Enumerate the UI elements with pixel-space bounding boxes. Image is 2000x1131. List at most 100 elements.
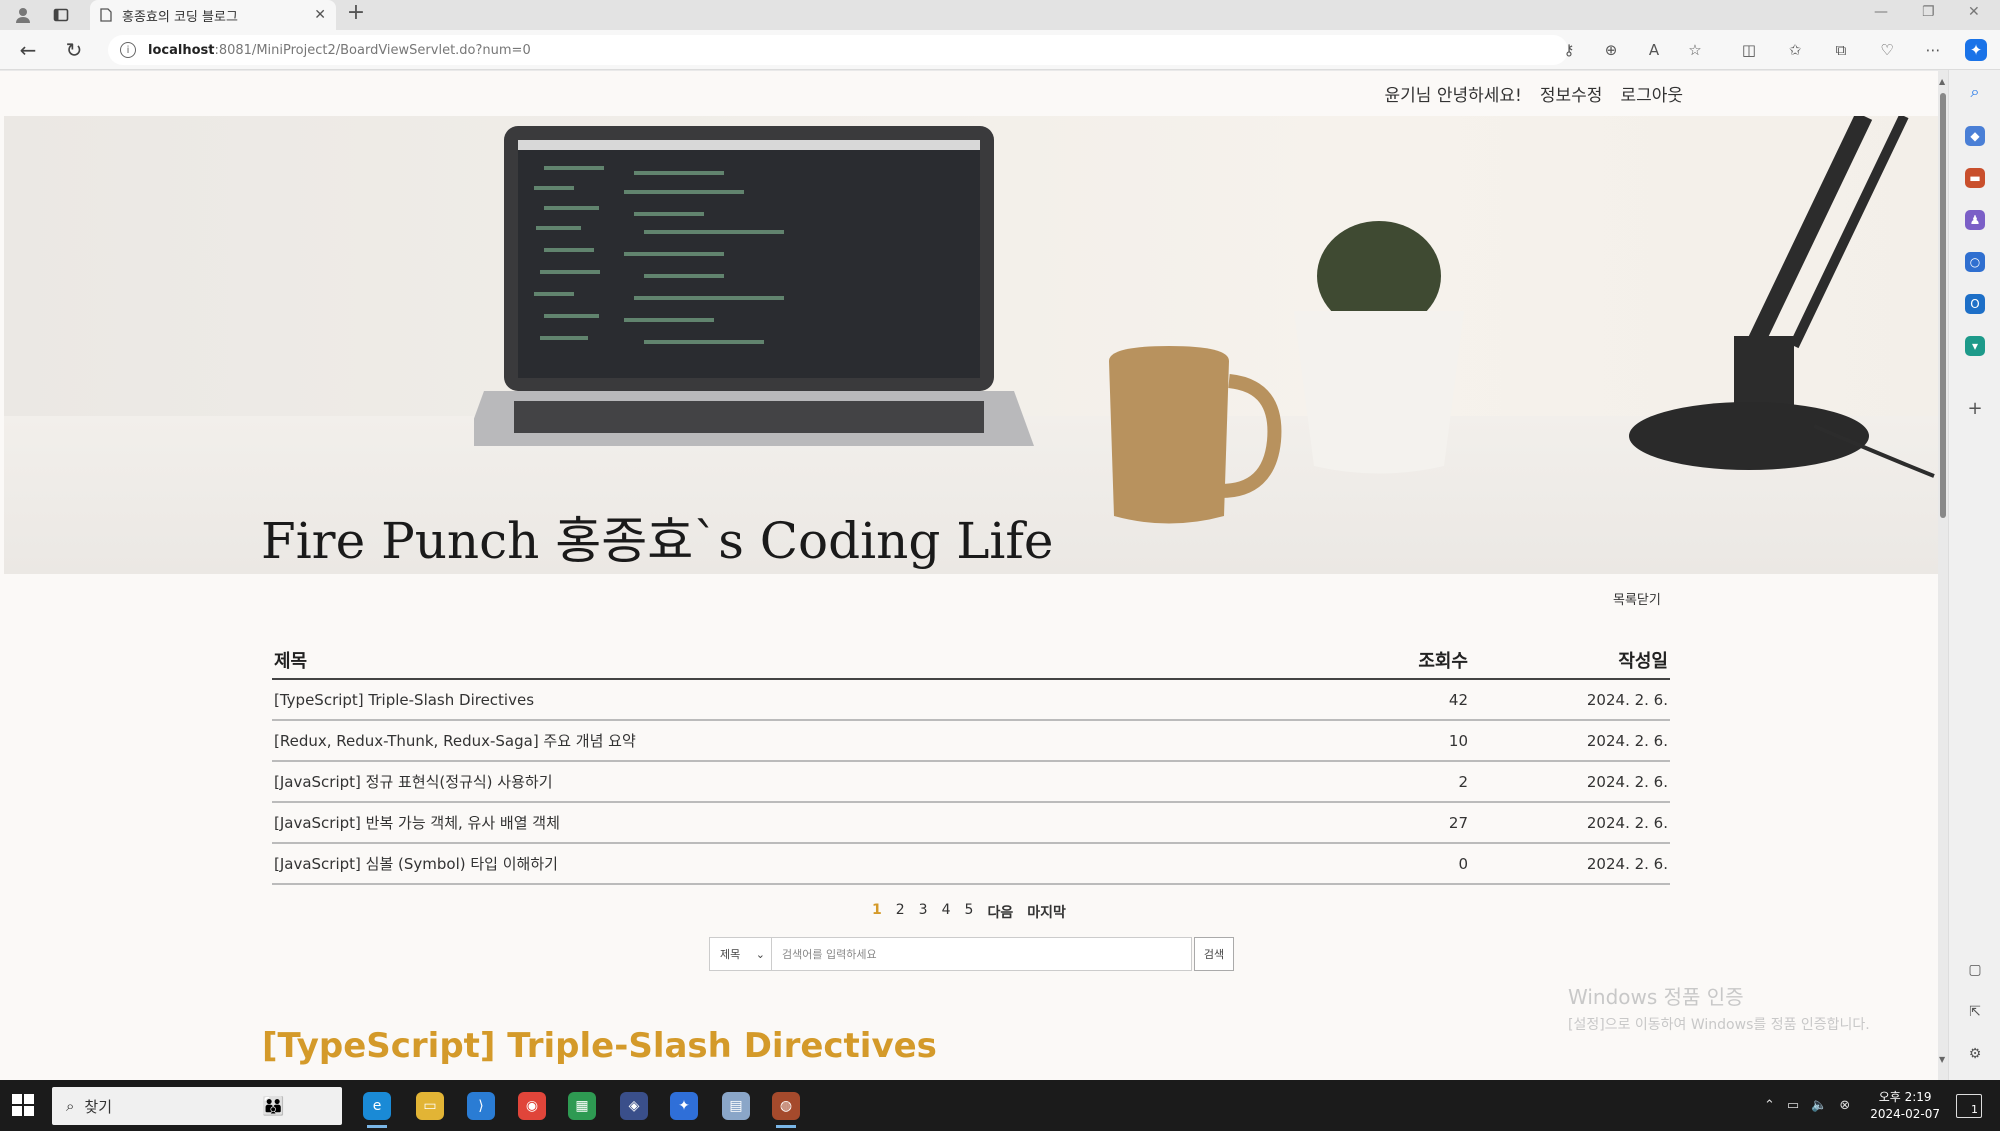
- refresh-button[interactable]: ↻: [62, 38, 86, 62]
- table-row[interactable]: [JavaScript] 반복 가능 객체, 유사 배열 객체 27 2024.…: [272, 802, 1670, 844]
- more-menu-icon[interactable]: ⋯: [1922, 39, 1944, 61]
- collections-icon[interactable]: ⧉: [1830, 39, 1852, 61]
- add-sidebar-app-icon[interactable]: +: [1965, 398, 1985, 419]
- favorites-icon[interactable]: ✩: [1784, 39, 1806, 61]
- last-page-link[interactable]: 마지막: [1027, 902, 1066, 922]
- search-input[interactable]: 검색어를 입력하세요: [772, 937, 1192, 971]
- network-icon[interactable]: ▭: [1787, 1098, 1799, 1113]
- workbench-icon[interactable]: ◈: [620, 1092, 648, 1120]
- logout-link[interactable]: 로그아웃: [1620, 81, 1683, 106]
- top-nav: 윤기님 안녕하세요! 정보수정 로그아웃: [1385, 81, 1683, 106]
- sidebar-panel-icon[interactable]: ▢: [1965, 960, 1985, 980]
- lamp-illustration: [1629, 116, 1935, 478]
- date-cell: 2024. 2. 6.: [1472, 802, 1670, 844]
- tab-title: 홍종효의 코딩 블로그: [122, 9, 238, 25]
- greeting-text: 윤기님 안녕하세요!: [1384, 86, 1522, 106]
- clock-time: 오후 2:19: [1878, 1089, 1932, 1104]
- post-title-link[interactable]: [JavaScript] 정규 표현식(정규식) 사용하기: [272, 761, 1322, 803]
- taskbar-clock[interactable]: 오후 2:19 2024-02-07: [1870, 1089, 1940, 1123]
- post-title-link[interactable]: [Redux, Redux-Thunk, Redux-Saga] 주요 개념 요…: [272, 720, 1322, 762]
- taskbar-search-label: 찾기: [84, 1097, 113, 1116]
- views-cell: 10: [1322, 720, 1472, 762]
- vscode-icon[interactable]: ⟩: [467, 1092, 495, 1120]
- edge-taskbar-icon[interactable]: e: [363, 1092, 391, 1128]
- copilot-icon[interactable]: ✦: [1965, 39, 1987, 61]
- search-form: 제목 ⌄ 검색어를 입력하세요 검색: [709, 937, 1234, 971]
- settings-gear-icon[interactable]: ⚙: [1965, 1044, 1985, 1064]
- copilot-app-icon[interactable]: ✦: [670, 1092, 698, 1120]
- table-row[interactable]: [Redux, Redux-Thunk, Redux-Saga] 주요 개념 요…: [272, 720, 1670, 762]
- edit-profile-link[interactable]: 정보수정: [1540, 81, 1603, 106]
- page-link-3[interactable]: 3: [919, 902, 928, 922]
- page-scrollbar[interactable]: ▲ ▼: [1938, 75, 1948, 1070]
- notepad-icon[interactable]: ▤: [722, 1092, 750, 1120]
- url-input[interactable]: i localhost :8081/MiniProject2/BoardView…: [108, 35, 1568, 65]
- date-cell: 2024. 2. 6.: [1472, 679, 1670, 721]
- page-link-2[interactable]: 2: [896, 902, 905, 922]
- outlook-icon[interactable]: O: [1965, 294, 1985, 314]
- favorite-star-icon[interactable]: ☆: [1684, 39, 1706, 61]
- search-icon[interactable]: ⌕: [1965, 82, 1985, 102]
- page-link-5[interactable]: 5: [965, 902, 974, 922]
- eclipse-icon[interactable]: ◍: [772, 1092, 800, 1128]
- calculator-icon[interactable]: ▦: [568, 1092, 596, 1120]
- chevron-up-icon[interactable]: ⌃: [1764, 1098, 1775, 1113]
- tray-icons: ⌃ ▭ 🔈 ⊗: [1764, 1098, 1850, 1113]
- board-table: 제목 조회수 작성일 [TypeScript] Triple-Slash Dir…: [272, 641, 1670, 885]
- date-cell: 2024. 2. 6.: [1472, 761, 1670, 803]
- split-screen-icon[interactable]: ◫: [1738, 39, 1760, 61]
- cactus-illustration: [1294, 221, 1464, 474]
- date-cell: 2024. 2. 6.: [1472, 843, 1670, 885]
- notification-center-icon[interactable]: 1: [1956, 1093, 1982, 1118]
- shopping-tag-icon[interactable]: ◆: [1965, 126, 1985, 146]
- post-title-link[interactable]: [JavaScript] 반복 가능 객체, 유사 배열 객체: [272, 802, 1322, 844]
- read-aloud-icon[interactable]: A: [1643, 39, 1665, 61]
- minimize-icon[interactable]: —: [1874, 4, 1888, 20]
- profile-icon[interactable]: [12, 4, 34, 26]
- site-info-icon[interactable]: i: [120, 42, 136, 58]
- scroll-up-icon[interactable]: ▲: [1939, 77, 1945, 86]
- external-link-icon[interactable]: ⇱: [1965, 1002, 1985, 1022]
- taskbar-search-box[interactable]: ⌕ 찾기 👪: [52, 1087, 342, 1125]
- back-button[interactable]: ←: [16, 38, 40, 62]
- search-select-value: 제목: [720, 948, 741, 961]
- post-title-link[interactable]: [JavaScript] 심볼 (Symbol) 타입 이해하기: [272, 843, 1322, 885]
- games-icon[interactable]: ♟: [1965, 210, 1985, 230]
- post-title: [TypeScript] Triple-Slash Directives: [262, 1026, 937, 1066]
- new-tab-button[interactable]: +: [345, 0, 367, 25]
- chevron-down-icon: ⌄: [755, 947, 765, 961]
- scroll-down-icon[interactable]: ▼: [1939, 1055, 1945, 1064]
- windows-activation-watermark: Windows 정품 인증 [설정]으로 이동하여 Windows를 정품 인증…: [1568, 981, 1870, 1034]
- start-button[interactable]: [12, 1094, 34, 1116]
- drop-icon[interactable]: ▾: [1965, 336, 1985, 356]
- search-button[interactable]: 검색: [1194, 937, 1234, 971]
- page-viewport: 윤기님 안녕하세요! 정보수정 로그아웃 Fire Punch 홍종효`s Co…: [0, 71, 1938, 1080]
- table-row[interactable]: [TypeScript] Triple-Slash Directives 42 …: [272, 679, 1670, 721]
- table-row[interactable]: [JavaScript] 정규 표현식(정규식) 사용하기 2 2024. 2.…: [272, 761, 1670, 803]
- close-tab-icon[interactable]: ✕: [314, 7, 326, 23]
- page-link-4[interactable]: 4: [942, 902, 951, 922]
- page-link-1[interactable]: 1: [872, 902, 882, 922]
- password-key-icon[interactable]: ⚷: [1558, 39, 1580, 61]
- chrome-icon[interactable]: ◉: [518, 1092, 546, 1120]
- header-date: 작성일: [1472, 641, 1670, 680]
- tools-briefcase-icon[interactable]: ▬: [1965, 168, 1985, 188]
- tab-active[interactable]: 홍종효의 코딩 블로그 ✕: [90, 0, 336, 30]
- scroll-thumb[interactable]: [1940, 93, 1946, 518]
- table-row[interactable]: [JavaScript] 심볼 (Symbol) 타입 이해하기 0 2024.…: [272, 843, 1670, 885]
- restore-icon[interactable]: ❐: [1922, 4, 1935, 20]
- volume-icon[interactable]: 🔈: [1811, 1098, 1827, 1113]
- url-path: :8081/MiniProject2/BoardViewServlet.do?n…: [214, 42, 531, 58]
- tab-actions-icon[interactable]: [50, 4, 72, 26]
- next-page-link[interactable]: 다음: [987, 902, 1013, 922]
- post-title-link[interactable]: [TypeScript] Triple-Slash Directives: [272, 679, 1322, 721]
- system-tray: ⌃ ▭ 🔈 ⊗ 오후 2:19 2024-02-07 1: [1764, 1080, 2000, 1131]
- close-list-link[interactable]: 목록닫기: [1613, 589, 1661, 608]
- language-icon[interactable]: ⊗: [1839, 1098, 1850, 1113]
- close-window-icon[interactable]: ✕: [1968, 4, 1980, 20]
- extensions-icon[interactable]: ♡: [1876, 39, 1898, 61]
- file-explorer-icon[interactable]: ▭: [416, 1092, 444, 1120]
- microsoft-365-icon[interactable]: ○: [1965, 252, 1985, 272]
- zoom-icon[interactable]: ⊕: [1600, 39, 1622, 61]
- search-field-select[interactable]: 제목 ⌄: [709, 937, 772, 971]
